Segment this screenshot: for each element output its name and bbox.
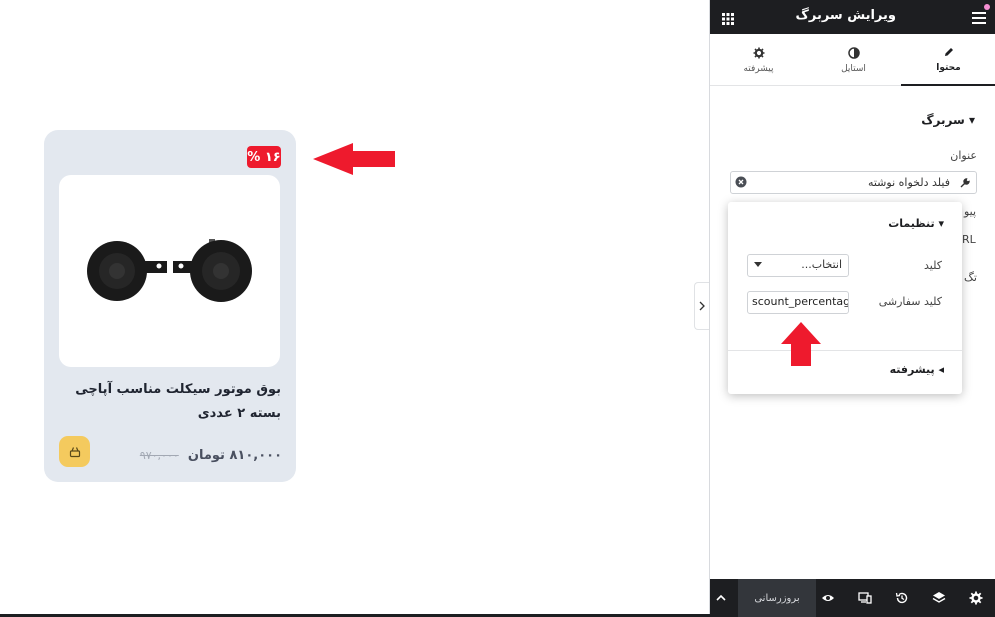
url-input-partial: RL <box>962 233 976 246</box>
clear-icon[interactable] <box>735 176 747 191</box>
horn-image <box>87 239 252 302</box>
product-title[interactable]: بوق موتور سیکلت مناسب آپاچی بسته ۲ عددی <box>58 378 281 426</box>
panel-collapse-handle[interactable] <box>694 282 709 330</box>
title-label: عنوان <box>950 149 977 162</box>
section-header-title[interactable]: ▾ سربرگ <box>921 113 975 127</box>
discount-badge: ۱۶ % <box>247 146 281 168</box>
title-input[interactable]: فیلد دلخواه نوشته <box>730 171 977 194</box>
key-label: کلید <box>924 259 942 272</box>
product-old-price: ۹۷۰,۰۰۰ <box>139 449 179 462</box>
popup-divider <box>728 350 962 351</box>
layers-icon[interactable] <box>932 590 946 609</box>
basket-icon <box>69 446 80 457</box>
update-button[interactable]: بروزرسانی <box>738 579 816 617</box>
link-label-partial: پیو <box>964 205 977 218</box>
price-row: ۸۱۰,۰۰۰ تومان ۹۷۰,۰۰۰ <box>140 444 282 463</box>
gear-icon <box>753 47 764 58</box>
panel-tabs: محتوا استایل پیشرفته <box>710 34 995 86</box>
dynamic-settings-popup: ▾ تنظیمات کلید انتخاب... کلید سفارشی sco… <box>728 202 962 394</box>
eye-icon[interactable] <box>821 590 835 609</box>
tab-style-label: استایل <box>841 63 866 74</box>
notification-dot <box>984 4 990 10</box>
product-price: ۸۱۰,۰۰۰ تومان <box>187 448 282 463</box>
tag-label-partial: تگ <box>964 271 977 284</box>
tab-advanced[interactable]: پیشرفته <box>711 34 806 86</box>
product-card[interactable]: ۱۶ % بوق موتور سیکلت مناسب آپاچی بسته ۲ … <box>44 130 296 482</box>
panel-header: ویرایش سربرگ <box>710 0 995 34</box>
hamburger-menu-icon[interactable] <box>972 9 986 28</box>
pencil-icon <box>944 47 953 56</box>
chevron-down-icon <box>754 262 762 267</box>
annotation-arrow-left <box>313 143 395 175</box>
wrench-icon[interactable] <box>960 177 970 188</box>
panel-title: ویرایش سربرگ <box>795 8 896 23</box>
annotation-arrow-up <box>781 322 821 366</box>
title-input-value: فیلد دلخواه نوشته <box>867 176 950 189</box>
tab-content[interactable]: محتوا <box>901 34 995 86</box>
tab-style[interactable]: استایل <box>806 34 901 86</box>
tab-advanced-label: پیشرفته <box>743 63 774 74</box>
settings-section-title[interactable]: ▾ تنظیمات <box>888 217 944 230</box>
contrast-icon <box>847 46 860 59</box>
apps-grid-icon[interactable] <box>722 10 734 29</box>
product-image[interactable] <box>59 175 280 367</box>
panel-footer: بروزرسانی <box>710 579 995 617</box>
chevron-up-icon[interactable] <box>714 590 728 609</box>
custom-key-label: کلید سفارشی <box>878 295 942 308</box>
advanced-section-title[interactable]: ◂ پیشرفته <box>890 363 944 376</box>
responsive-icon[interactable] <box>858 590 872 609</box>
history-icon[interactable] <box>895 590 909 609</box>
settings-gear-icon[interactable] <box>969 590 983 609</box>
chevron-right-icon <box>699 301 705 311</box>
add-to-cart-button[interactable] <box>59 436 90 467</box>
key-select-value: انتخاب... <box>801 258 842 271</box>
key-select[interactable]: انتخاب... <box>747 254 849 277</box>
tab-content-label: محتوا <box>936 62 961 73</box>
custom-key-input[interactable]: scount_percentage <box>747 291 849 314</box>
